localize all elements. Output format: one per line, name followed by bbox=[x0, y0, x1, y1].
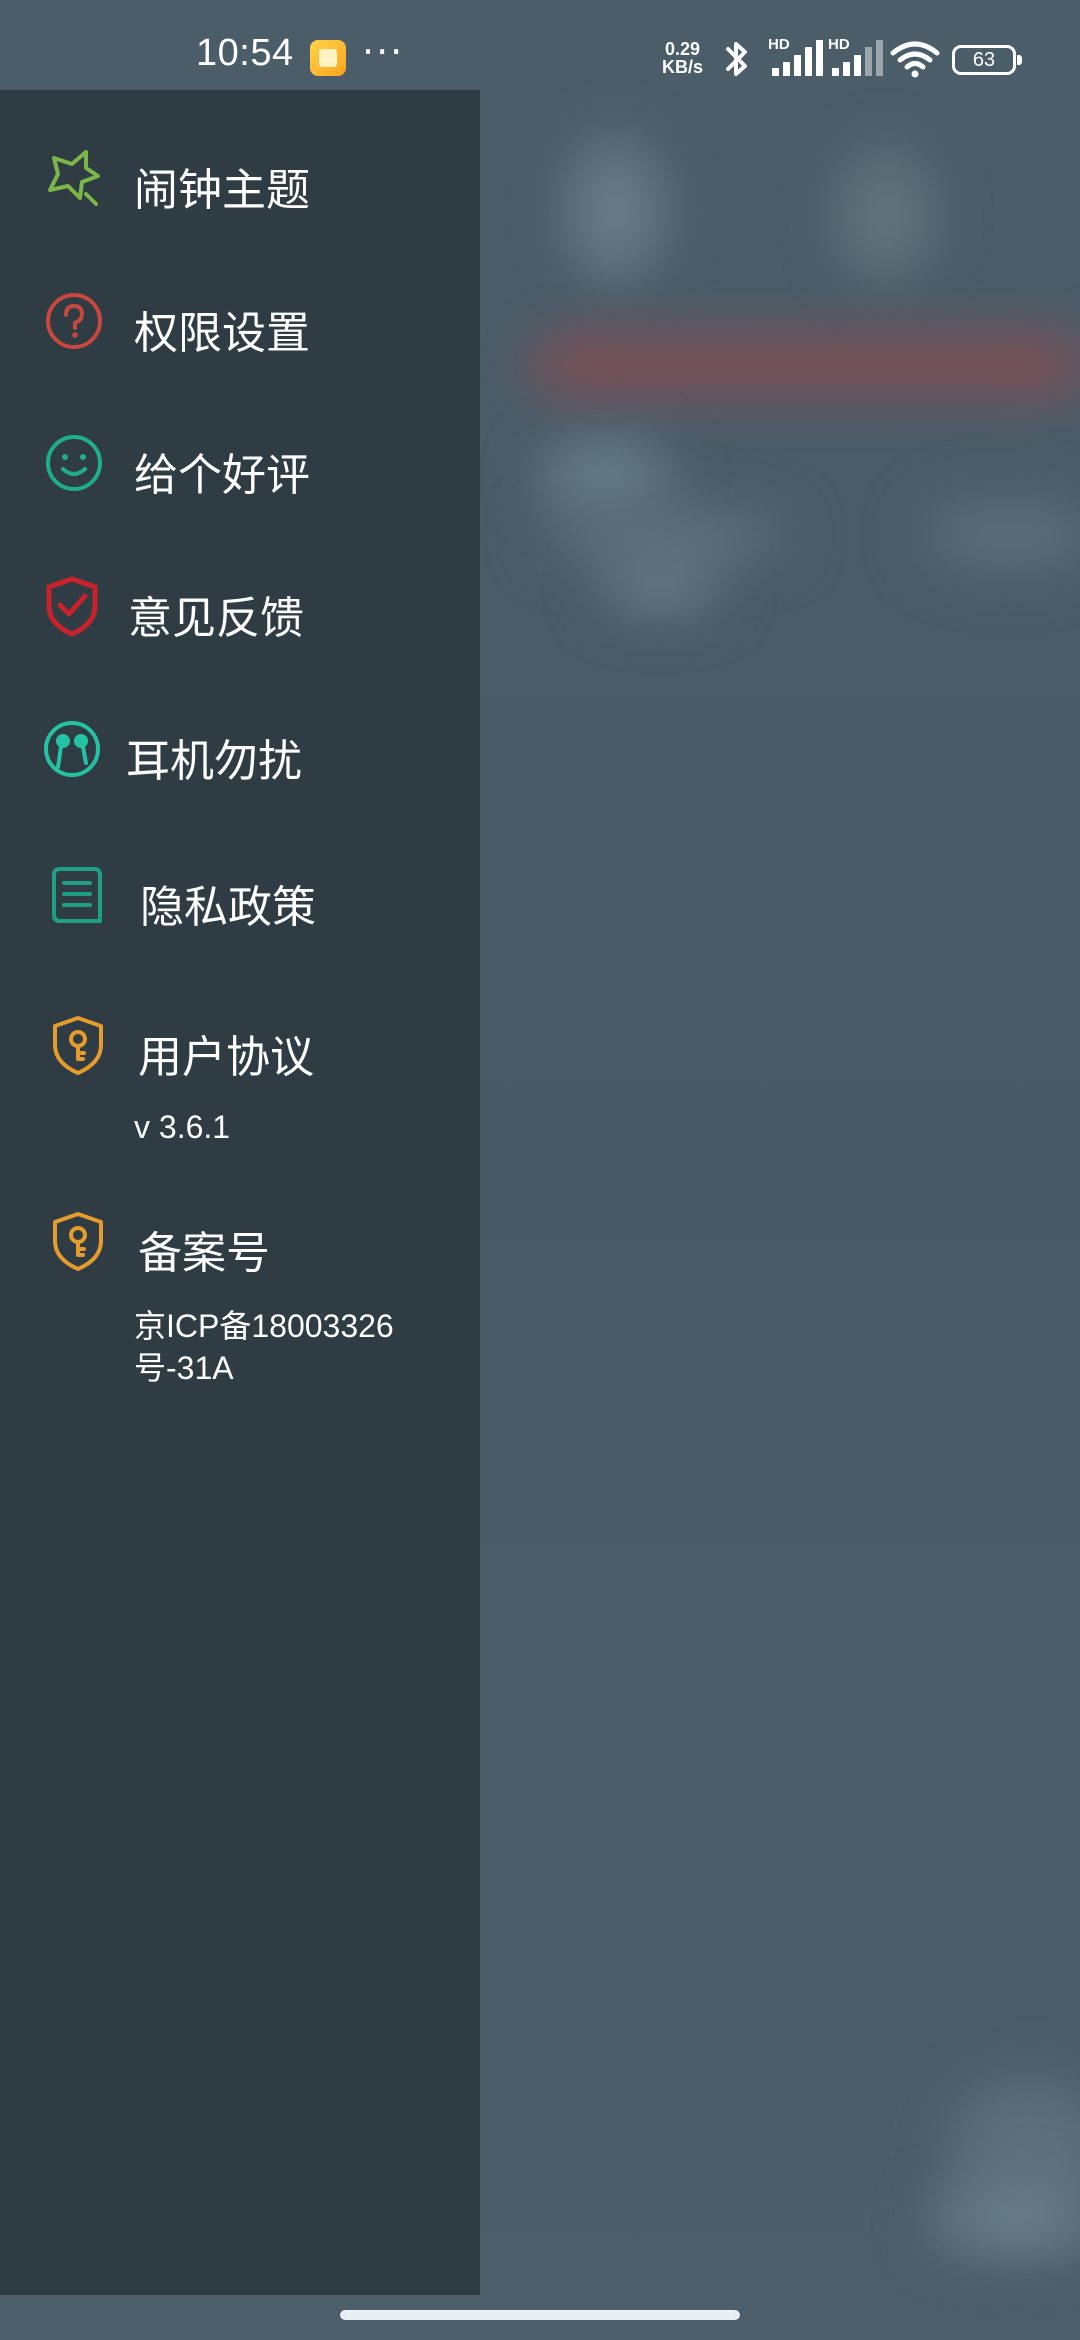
navigation-drawer: 闹钟主题 权限设置 给个好评 意见反馈 耳机勿扰 隐私政策 用户协议 v 3.6… bbox=[0, 90, 480, 2295]
blurred-shape bbox=[540, 445, 670, 505]
menu-item-label: 给个好评 bbox=[134, 450, 310, 501]
menu-item-label: 用户协议 bbox=[138, 1032, 314, 1083]
document-icon bbox=[44, 863, 108, 927]
menu-item-alarm-theme[interactable]: 闹钟主题 bbox=[0, 118, 480, 238]
notification-app-icon bbox=[310, 40, 346, 76]
menu-item-label: 闹钟主题 bbox=[134, 165, 310, 216]
blurred-shape bbox=[840, 150, 930, 280]
app-version: v 3.6.1 bbox=[134, 1109, 231, 1145]
menu-item-label: 备案号 bbox=[138, 1228, 270, 1279]
network-speed-unit: KB/s bbox=[662, 57, 704, 77]
icp-number-line-1: 京ICP备18003326 bbox=[134, 1308, 394, 1344]
menu-item-rate-app[interactable]: 给个好评 bbox=[0, 403, 480, 523]
icp-number: 京ICP备18003326 号-31A bbox=[134, 1305, 394, 1389]
earphones-icon bbox=[40, 717, 104, 781]
menu-item-user-agreement[interactable]: 用户协议 bbox=[0, 985, 480, 1105]
hd-badge-2: HD bbox=[828, 36, 850, 53]
blurred-shape bbox=[540, 510, 790, 560]
star-outline-icon bbox=[42, 146, 106, 210]
shield-check-icon bbox=[40, 574, 104, 638]
blurred-banner bbox=[530, 335, 1080, 395]
network-speed-value: 0.29 bbox=[664, 39, 701, 59]
shield-key-icon bbox=[46, 1209, 110, 1273]
menu-item-privacy-policy[interactable]: 隐私政策 bbox=[0, 835, 480, 955]
status-time: 10:54 bbox=[196, 32, 294, 74]
menu-item-label: 耳机勿扰 bbox=[126, 736, 302, 787]
bluetooth-icon bbox=[720, 38, 754, 84]
menu-item-label: 隐私政策 bbox=[140, 882, 316, 933]
blurred-shape bbox=[600, 560, 720, 610]
wifi-icon bbox=[890, 40, 940, 82]
menu-item-label: 意见反馈 bbox=[128, 593, 304, 644]
home-indicator[interactable] bbox=[340, 2310, 740, 2320]
shield-key-icon bbox=[46, 1013, 110, 1077]
more-notifications-icon: ··· bbox=[362, 30, 405, 74]
smile-icon bbox=[42, 431, 106, 495]
blurred-shape bbox=[570, 140, 660, 280]
blurred-shape bbox=[930, 2190, 1080, 2250]
hd-badge-1: HD bbox=[768, 36, 790, 53]
network-speed: 0.29 KB/s bbox=[662, 40, 703, 76]
menu-item-permissions[interactable]: 权限设置 bbox=[0, 261, 480, 381]
menu-item-feedback[interactable]: 意见反馈 bbox=[0, 546, 480, 666]
menu-item-label: 权限设置 bbox=[134, 308, 310, 359]
menu-item-earphone-dnd[interactable]: 耳机勿扰 bbox=[0, 689, 480, 809]
battery-icon: 63 bbox=[952, 45, 1022, 75]
icp-number-line-2: 号-31A bbox=[134, 1350, 234, 1386]
question-circle-icon bbox=[42, 289, 106, 353]
status-bar: 10:54 ··· 0.29 KB/s HD HD 63 bbox=[0, 0, 1080, 90]
blurred-shape bbox=[920, 500, 1080, 570]
menu-item-icp-record[interactable]: 备案号 bbox=[0, 1181, 480, 1301]
